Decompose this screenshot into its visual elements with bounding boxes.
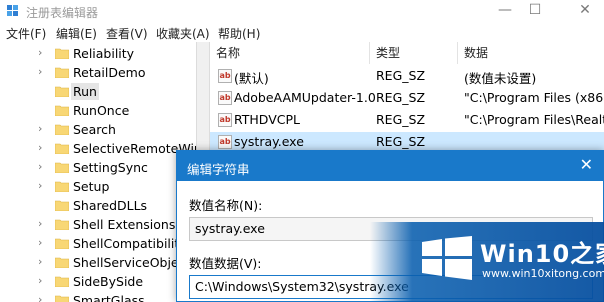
chevron-right-icon[interactable]: ›: [38, 275, 48, 287]
tree-item-label: Search: [73, 122, 116, 137]
tree-item-run[interactable]: Run: [0, 82, 196, 101]
key-tree[interactable]: › Reliability › RetailDemo Run RunOnce ›…: [0, 42, 196, 302]
tree-item-label: SmartGlass: [73, 293, 145, 302]
value-row[interactable]: ab AdobeAAMUpdater-1.0 REG_SZ "C:\Progra…: [210, 88, 604, 108]
string-value-icon: ab: [218, 135, 232, 149]
folder-icon: [55, 295, 69, 302]
menu-view[interactable]: 查看(V): [106, 25, 148, 42]
watermark-title: Win10之家: [480, 240, 604, 268]
dialog-title-bar[interactable]: 编辑字符串 ✕: [177, 151, 603, 181]
value-row[interactable]: ab (默认) REG_SZ (数值未设置): [210, 66, 604, 86]
column-header-name[interactable]: 名称: [210, 42, 370, 64]
chevron-right-icon[interactable]: ›: [38, 294, 48, 302]
string-value-icon: ab: [218, 69, 232, 83]
chevron-right-icon[interactable]: ›: [38, 161, 48, 173]
chevron-right-icon[interactable]: ›: [38, 256, 48, 268]
tree-item-settingsync[interactable]: › SettingSync: [0, 158, 196, 177]
tree-item-label: RetailDemo: [73, 65, 146, 80]
value-data: "C:\Program Files (x86)\Co: [464, 90, 604, 105]
folder-icon: [55, 162, 69, 173]
folder-icon: [55, 86, 69, 97]
folder-icon: [55, 276, 69, 287]
tree-item-label: Reliability: [73, 46, 135, 61]
value-data: "C:\Program Files\Realtek: [464, 112, 604, 127]
value-name: AdobeAAMUpdater-1.0: [234, 90, 376, 105]
menu-edit[interactable]: 编辑(E): [56, 25, 97, 42]
column-header-type[interactable]: 类型: [370, 42, 458, 64]
tree-item-retaildemo[interactable]: › RetailDemo: [0, 63, 196, 82]
folder-icon: [55, 48, 69, 59]
value-row-selected[interactable]: ab systray.exe REG_SZ: [210, 132, 604, 152]
value-name: systray.exe: [234, 134, 304, 149]
tree-item-label: RunOnce: [73, 103, 130, 118]
chevron-right-icon[interactable]: ›: [38, 142, 48, 154]
folder-icon: [55, 219, 69, 230]
tree-item-shellcompatibility[interactable]: › ShellCompatibility: [0, 234, 196, 253]
string-value-icon: ab: [218, 113, 232, 127]
column-header-data[interactable]: 数据: [458, 42, 604, 64]
tree-item-shellserviceobjectd[interactable]: › ShellServiceObjectD: [0, 253, 196, 272]
dialog-title: 编辑字符串: [187, 162, 250, 177]
tree-item-setup[interactable]: › Setup: [0, 177, 196, 196]
value-name: RTHDVCPL: [234, 112, 300, 127]
tree-item-label: Shell Extensions: [73, 217, 176, 232]
chevron-right-icon[interactable]: ›: [38, 180, 48, 192]
tree-item-label: SideBySide: [73, 274, 144, 289]
tree-item-label: ShellCompatibility: [73, 236, 187, 251]
folder-icon: [55, 143, 69, 154]
folder-icon: [55, 105, 69, 116]
windows-logo-icon: [422, 236, 472, 280]
value-row[interactable]: ab RTHDVCPL REG_SZ "C:\Program Files\Rea…: [210, 110, 604, 130]
dialog-close-button[interactable]: ✕: [580, 156, 593, 174]
tree-item-search[interactable]: › Search: [0, 120, 196, 139]
watermark-logo: Win10之家 www.win10xitong.com: [370, 222, 604, 302]
tree-item-label: Setup: [73, 179, 110, 194]
window-title: 注册表编辑器: [26, 6, 99, 20]
watermark-url: www.win10xitong.com: [482, 267, 604, 280]
folder-icon: [55, 67, 69, 78]
value-data-label: 数值数据(V):: [189, 256, 262, 271]
tree-item-shareddlls[interactable]: SharedDLLs: [0, 196, 196, 215]
tree-item-shell-extensions[interactable]: › Shell Extensions: [0, 215, 196, 234]
value-type: REG_SZ: [376, 68, 426, 83]
tree-item-label: Run: [71, 83, 99, 100]
title-bar: 注册表编辑器 — ☐ ✕: [0, 0, 604, 22]
close-button[interactable]: ✕: [570, 1, 600, 19]
value-data: (数值未设置): [464, 71, 537, 86]
tree-item-smartglass[interactable]: › SmartGlass: [0, 291, 196, 302]
chevron-right-icon[interactable]: ›: [38, 123, 48, 135]
tree-item-label: SharedDLLs: [73, 198, 148, 213]
menu-favorites[interactable]: 收藏夹(A): [156, 25, 210, 42]
menu-file[interactable]: 文件(F): [6, 25, 46, 42]
tree-item-sidebyside[interactable]: › SideBySide: [0, 272, 196, 291]
folder-icon: [55, 181, 69, 192]
value-name-label: 数值名称(N):: [189, 198, 263, 213]
value-type: REG_SZ: [376, 134, 426, 149]
folder-icon: [55, 200, 69, 211]
chevron-right-icon[interactable]: ›: [38, 218, 48, 230]
folder-icon: [55, 238, 69, 249]
chevron-right-icon[interactable]: ›: [38, 66, 48, 78]
chevron-right-icon[interactable]: ›: [38, 237, 48, 249]
value-type: REG_SZ: [376, 90, 426, 105]
minimize-button[interactable]: —: [490, 1, 520, 19]
tree-item-selectiveremotewipe[interactable]: › SelectiveRemoteWipe: [0, 139, 196, 158]
tree-item-reliability[interactable]: › Reliability: [0, 44, 196, 63]
value-type: REG_SZ: [376, 112, 426, 127]
chevron-right-icon[interactable]: ›: [38, 47, 48, 59]
string-value-icon: ab: [218, 91, 232, 105]
tree-item-label: SettingSync: [73, 160, 148, 175]
tree-item-runonce[interactable]: RunOnce: [0, 101, 196, 120]
menu-help[interactable]: 帮助(H): [218, 25, 260, 42]
folder-icon: [55, 257, 69, 268]
registry-editor-icon: [7, 5, 18, 16]
value-name: (默认): [234, 71, 269, 86]
folder-icon: [55, 124, 69, 135]
menu-bar: 文件(F) 编辑(E) 查看(V) 收藏夹(A) 帮助(H): [0, 22, 604, 42]
maximize-button[interactable]: ☐: [520, 1, 550, 19]
